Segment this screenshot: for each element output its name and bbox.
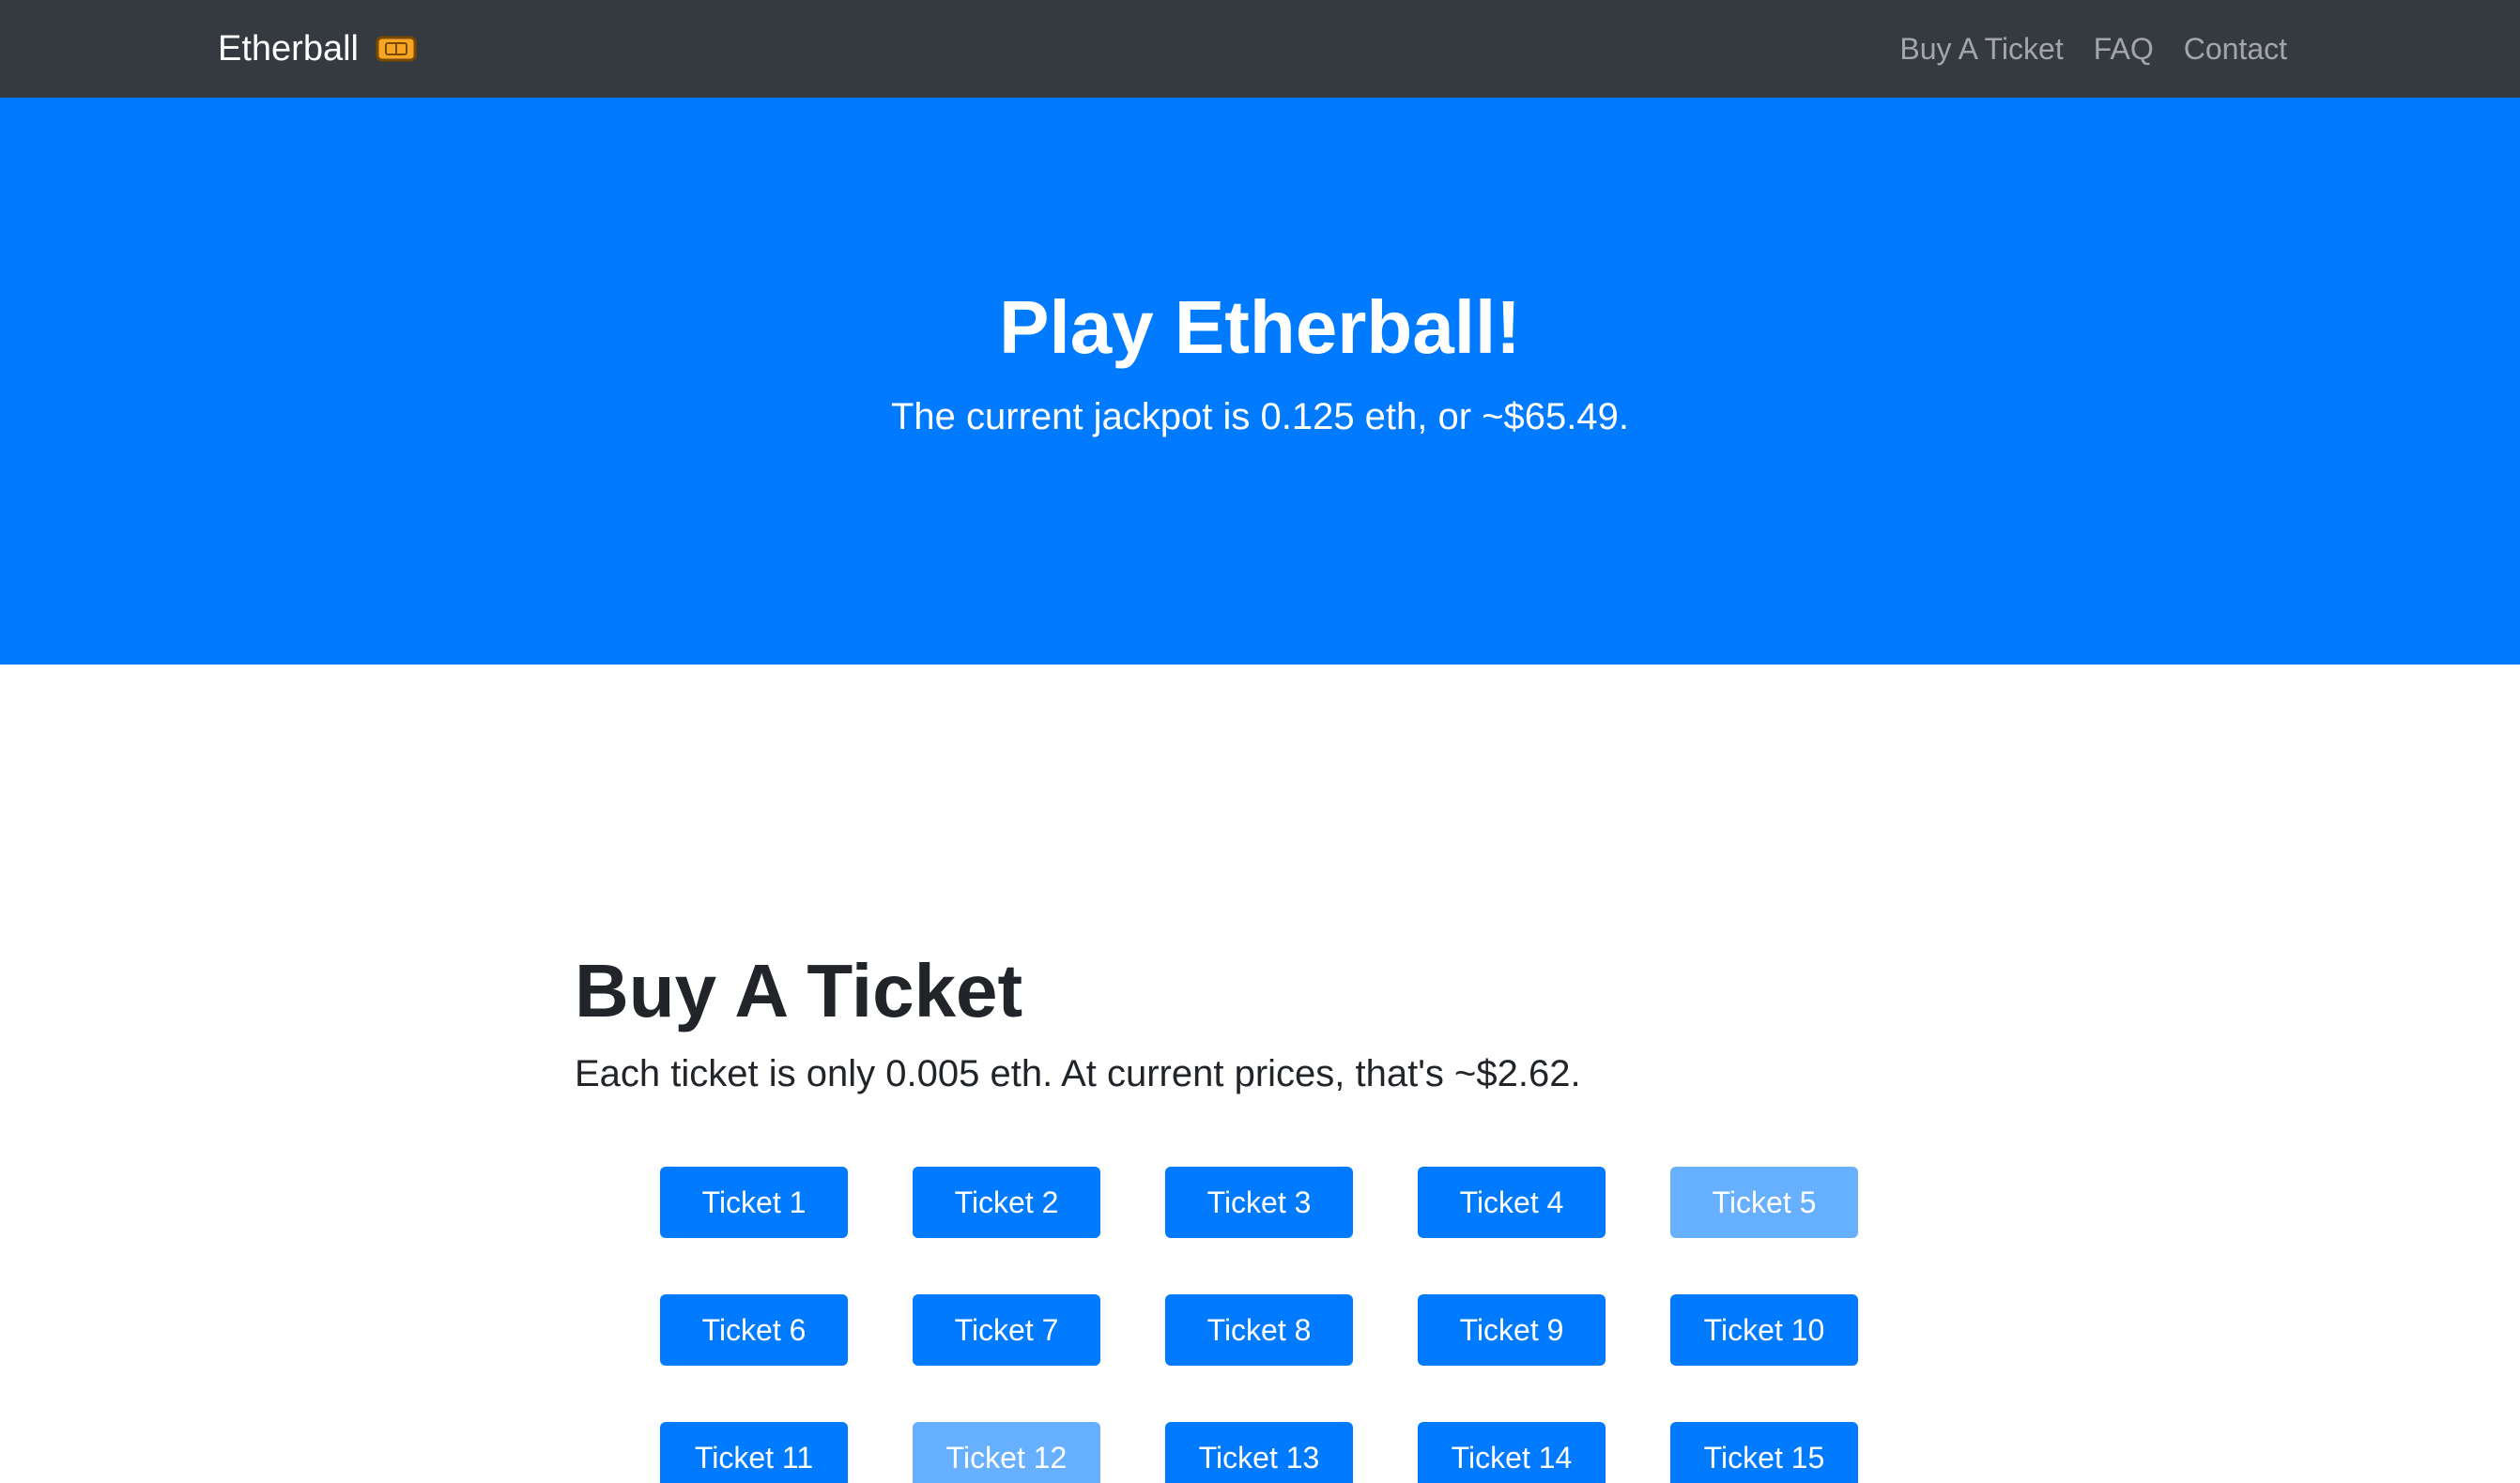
ticket-button[interactable]: Ticket 7 <box>913 1294 1100 1366</box>
ticket-button[interactable]: Ticket 6 <box>660 1294 848 1366</box>
jackpot-text: The current jackpot is 0.125 eth, or ~$6… <box>890 396 1630 437</box>
brand-name: Etherball <box>218 28 359 69</box>
ticket-button[interactable]: Ticket 15 <box>1670 1422 1858 1483</box>
ticket-price-text: Each ticket is only 0.005 eth. At curren… <box>575 1053 1581 1094</box>
ticket-button[interactable]: Ticket 4 <box>1418 1167 1606 1238</box>
ticket-icon <box>376 36 417 62</box>
hero-banner: Play Etherball! The current jackpot is 0… <box>0 98 2520 665</box>
hero-title: Play Etherball! <box>999 285 1521 369</box>
brand-link[interactable]: Etherball <box>218 0 417 98</box>
section-title: Buy A Ticket <box>575 949 1023 1032</box>
ticket-button[interactable]: Ticket 5 <box>1670 1167 1858 1238</box>
ticket-button[interactable]: Ticket 13 <box>1165 1422 1353 1483</box>
ticket-button[interactable]: Ticket 12 <box>913 1422 1100 1483</box>
nav-link-contact[interactable]: Contact <box>2184 32 2287 67</box>
buy-ticket-section: Buy A Ticket Each ticket is only 0.005 e… <box>575 948 1945 1096</box>
ticket-button[interactable]: Ticket 2 <box>913 1167 1100 1238</box>
ticket-button[interactable]: Ticket 9 <box>1418 1294 1606 1366</box>
ticket-button[interactable]: Ticket 10 <box>1670 1294 1858 1366</box>
ticket-button[interactable]: Ticket 1 <box>660 1167 848 1238</box>
ticket-button[interactable]: Ticket 11 <box>660 1422 848 1483</box>
navbar: Etherball Buy A Ticket FAQ Contact <box>0 0 2520 98</box>
ticket-button[interactable]: Ticket 8 <box>1165 1294 1353 1366</box>
nav-links: Buy A Ticket FAQ Contact <box>1899 0 2287 98</box>
ticket-button[interactable]: Ticket 3 <box>1165 1167 1353 1238</box>
nav-link-faq[interactable]: FAQ <box>2094 32 2154 67</box>
nav-link-buy-ticket[interactable]: Buy A Ticket <box>1899 32 2063 67</box>
ticket-button[interactable]: Ticket 14 <box>1418 1422 1606 1483</box>
